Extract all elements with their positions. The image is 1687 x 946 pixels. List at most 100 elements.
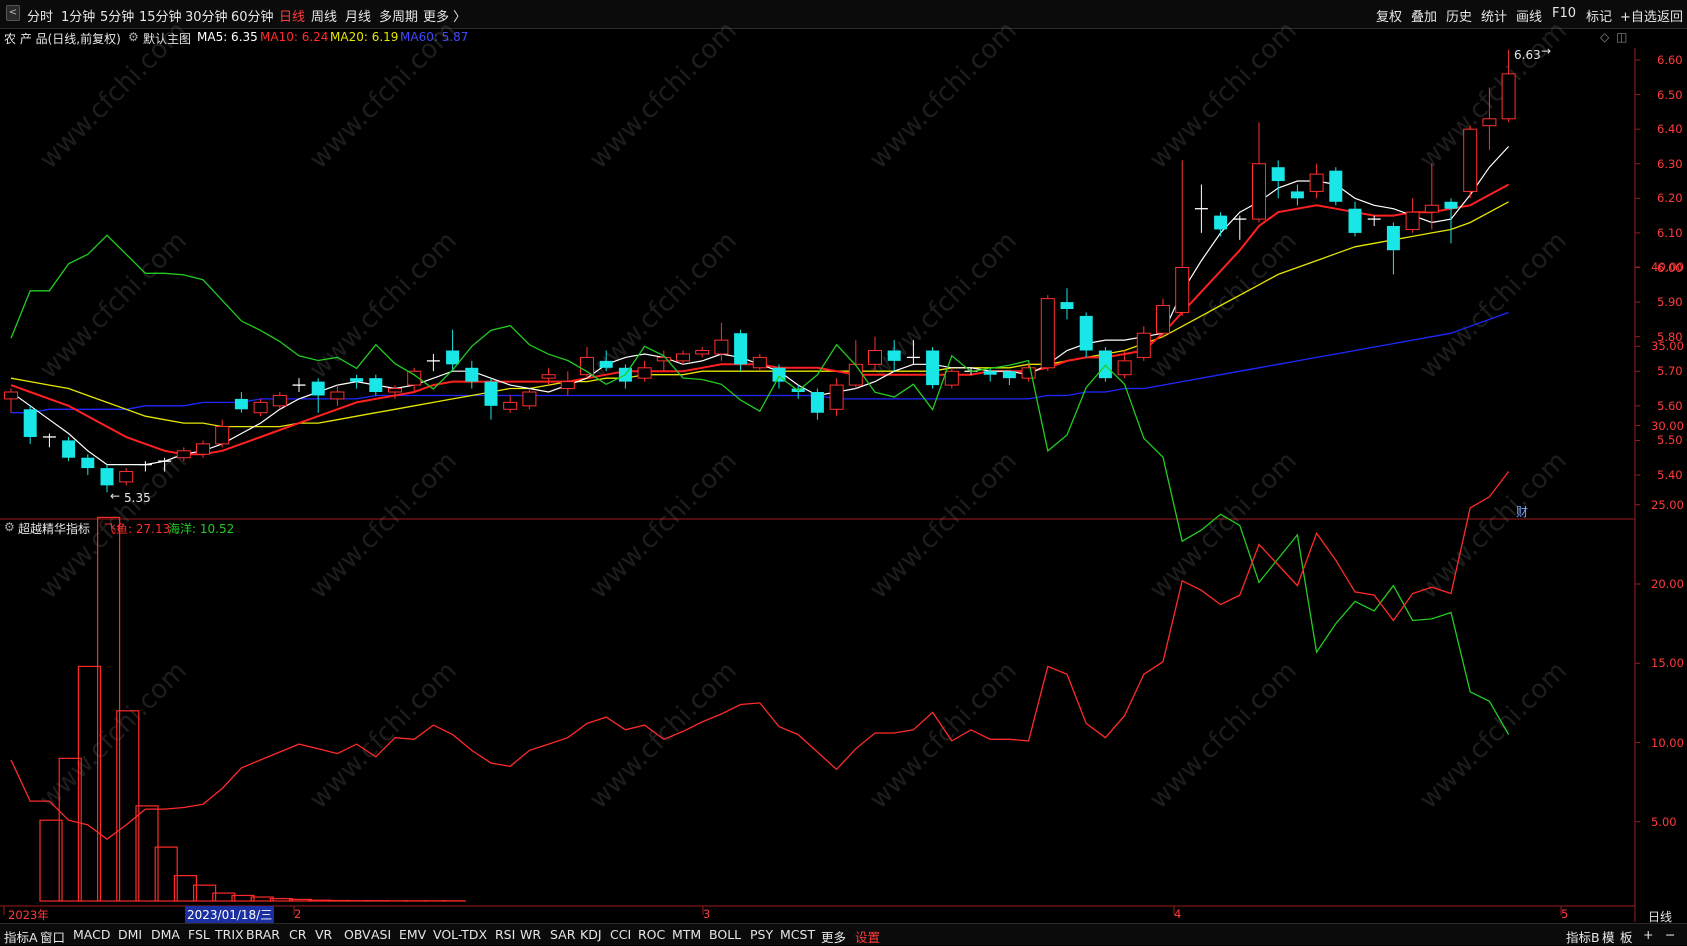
candle-body [1118, 361, 1131, 375]
finance-marker[interactable]: 财 [1516, 503, 1528, 520]
bottom-tab-21[interactable]: BOLL [709, 927, 741, 942]
candle-body [715, 340, 728, 354]
indicator-tick-label: 15.00 [1651, 656, 1684, 670]
watermark-text: www.cfchi.com [304, 446, 463, 605]
bottom-right-button-1[interactable]: 模 [1602, 927, 1615, 946]
date-label-may: 5 [1561, 907, 1568, 921]
candle-body [830, 385, 843, 409]
bottom-tab-17[interactable]: KDJ [580, 927, 602, 942]
candle-body [331, 392, 344, 399]
fish-line [11, 472, 1509, 840]
candle-body [1041, 299, 1054, 368]
candle-body [1253, 164, 1266, 219]
candle-body [1003, 371, 1016, 378]
candle-body [1445, 202, 1458, 209]
bottom-tab-14[interactable]: RSI [495, 927, 515, 942]
bottom-right-button-0[interactable]: 指标B [1566, 927, 1600, 946]
high-arrow-icon: → [1541, 44, 1551, 58]
candle-body [1022, 368, 1035, 378]
watermark-text: www.cfchi.com [1144, 16, 1303, 175]
price-tick-label: 6.20 [1657, 191, 1683, 205]
indicator-tick-label: 35.00 [1651, 339, 1684, 353]
candle-body [1387, 226, 1400, 250]
bottom-tab-10[interactable]: OBV [344, 927, 371, 942]
candle-body [197, 444, 210, 454]
bottom-tab-1[interactable]: 窗口 [40, 927, 65, 946]
candle-body [1080, 316, 1093, 351]
watermark-text: www.cfchi.com [584, 446, 743, 605]
candle-body [1349, 209, 1362, 233]
candle-body [849, 364, 862, 385]
candle-body [485, 382, 498, 406]
low-price-annotation: 5.35 [124, 491, 151, 505]
bottom-tab-6[interactable]: TRIX [215, 927, 244, 942]
candle-body [1272, 167, 1285, 181]
bottom-tab-11[interactable]: ASI [371, 927, 391, 942]
bottom-right-button-3[interactable]: + [1643, 927, 1653, 942]
candle-body [869, 351, 882, 365]
candle-body [677, 354, 690, 361]
candle-body [542, 375, 555, 378]
candle-body [1502, 74, 1515, 119]
candle-body [62, 440, 75, 457]
date-label-mar: 3 [703, 907, 710, 921]
indicator-tick-label: 10.00 [1651, 736, 1684, 750]
bottom-tab-24[interactable]: 更多 [821, 927, 846, 946]
low-arrow-icon: ← [110, 489, 120, 503]
candle-body [81, 458, 94, 468]
ma5-line [11, 147, 1509, 465]
candle-body [945, 371, 958, 385]
bottom-tab-25[interactable]: 设置 [855, 927, 880, 946]
bottom-tab-20[interactable]: MTM [672, 927, 701, 942]
bottom-tab-5[interactable]: FSL [188, 927, 210, 942]
indicator-tick-label: 40.00 [1651, 260, 1684, 274]
indicator-tick-label: 5.00 [1651, 815, 1677, 829]
watermark-text: www.cfchi.com [1414, 16, 1573, 175]
watermark-text: www.cfchi.com [1414, 656, 1573, 815]
candle-body [1483, 119, 1496, 126]
candle-body [811, 392, 824, 413]
candle-body [216, 427, 229, 444]
bottom-tab-2[interactable]: MACD [73, 927, 110, 942]
date-axis: 2023年 2023/01/18/三 2 3 4 5 [0, 906, 1635, 922]
candle-body [504, 402, 517, 409]
candle-body [235, 399, 248, 409]
bottom-tab-15[interactable]: WR [520, 927, 541, 942]
bottom-tab-18[interactable]: CCI [610, 927, 631, 942]
watermark-text: www.cfchi.com [34, 16, 193, 175]
price-tick-label: 6.50 [1657, 88, 1683, 102]
bottom-tab-9[interactable]: VR [315, 927, 332, 942]
candle-body [24, 409, 37, 437]
bottom-right-button-2[interactable]: 板 [1620, 927, 1633, 946]
candle-body [696, 351, 709, 354]
watermark-text: www.cfchi.com [1414, 446, 1573, 605]
bottom-tab-7[interactable]: BRAR [246, 927, 280, 942]
candle-body [273, 395, 286, 405]
bottom-tab-19[interactable]: ROC [638, 927, 665, 942]
bottom-tab-3[interactable]: DMI [118, 927, 142, 942]
watermark-text: www.cfchi.com [1144, 446, 1303, 605]
candle-body [1157, 306, 1170, 334]
bottom-tab-8[interactable]: CR [289, 927, 306, 942]
bottom-tab-16[interactable]: SAR [550, 927, 575, 942]
candle-body [446, 351, 459, 365]
indicator-tab-bar: 指标A窗口 MACD DMI DMA FSL TRIXBRAR CR VR OBVASI EMV V… [0, 923, 1687, 945]
bottom-tab-13[interactable]: VOL-TDX [433, 927, 487, 942]
high-price-annotation: 6.63 [1514, 48, 1541, 62]
candle-body [312, 382, 325, 396]
candle-body [734, 333, 747, 364]
bottom-tab-0[interactable]: 指标A [4, 927, 38, 946]
watermark-text: www.cfchi.com [864, 446, 1023, 605]
price-tick-label: 5.70 [1657, 364, 1683, 378]
indicator-tick-label: 25.00 [1651, 498, 1684, 512]
candle-body [120, 472, 133, 482]
price-tick-label: 6.30 [1657, 157, 1683, 171]
bottom-tab-4[interactable]: DMA [151, 927, 180, 942]
bottom-tab-12[interactable]: EMV [399, 927, 426, 942]
bottom-tab-23[interactable]: MCST [780, 927, 815, 942]
bottom-tab-22[interactable]: PSY [750, 927, 773, 942]
date-label-year: 2023年 [8, 907, 49, 923]
bottom-right-button-4[interactable]: − [1665, 927, 1675, 942]
candle-body [1406, 212, 1419, 229]
kline-chart[interactable]: www.cfchi.com www.cfchi.com www.cfchi.com w… [0, 0, 1687, 944]
